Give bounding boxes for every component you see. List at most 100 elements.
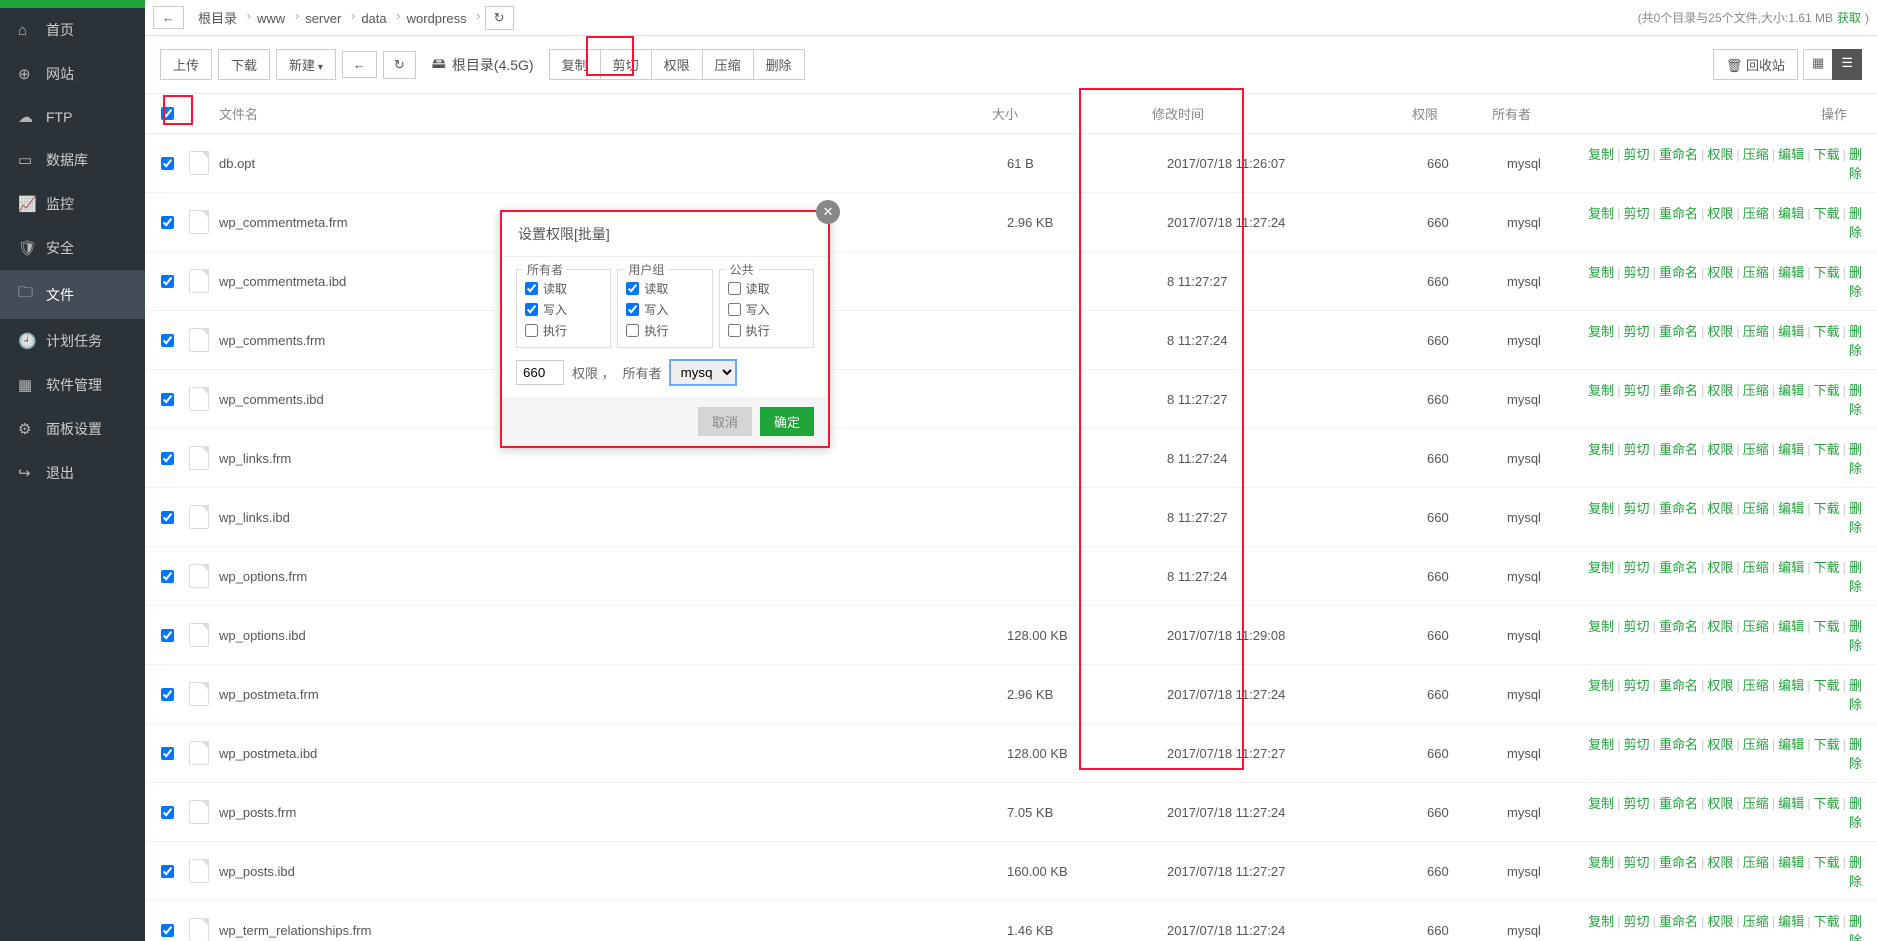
row-action-6[interactable]: 下载	[1814, 619, 1840, 634]
row-action-2[interactable]: 重命名	[1659, 560, 1698, 575]
row-action-5[interactable]: 编辑	[1778, 501, 1804, 516]
copy-button[interactable]: 复制	[549, 49, 601, 80]
table-row[interactable]: wp_options.frm8 11:27:24660mysql复制|剪切|重命…	[145, 547, 1877, 606]
breadcrumb-item[interactable]: 根目录	[188, 11, 247, 26]
row-action-3[interactable]: 权限	[1707, 855, 1733, 870]
row-action-7[interactable]: 删除	[1849, 796, 1862, 830]
row-action-6[interactable]: 下载	[1814, 206, 1840, 221]
sidebar-item-7[interactable]: 🕘计划任务	[0, 319, 145, 363]
file-name[interactable]: wp_postmeta.frm	[219, 687, 1007, 702]
row-action-3[interactable]: 权限	[1707, 442, 1733, 457]
row-action-5[interactable]: 编辑	[1778, 855, 1804, 870]
row-action-0[interactable]: 复制	[1588, 206, 1614, 221]
row-action-2[interactable]: 重命名	[1659, 206, 1698, 221]
row-action-1[interactable]: 剪切	[1624, 914, 1650, 929]
row-action-4[interactable]: 压缩	[1743, 265, 1769, 280]
row-action-4[interactable]: 压缩	[1743, 147, 1769, 162]
row-action-6[interactable]: 下载	[1814, 265, 1840, 280]
row-action-6[interactable]: 下载	[1814, 442, 1840, 457]
file-name[interactable]: wp_term_relationships.frm	[219, 923, 1007, 938]
toolbar-refresh-button[interactable]: ↻	[383, 51, 416, 79]
row-checkbox[interactable]	[161, 452, 174, 465]
col-mtime[interactable]: 修改时间	[1152, 104, 1412, 123]
perm-exec-checkbox[interactable]	[626, 324, 639, 337]
row-action-1[interactable]: 剪切	[1624, 560, 1650, 575]
breadcrumb-item[interactable]: wordpress	[397, 11, 477, 26]
col-name[interactable]: 文件名	[219, 104, 992, 123]
row-action-5[interactable]: 编辑	[1778, 678, 1804, 693]
row-action-4[interactable]: 压缩	[1743, 855, 1769, 870]
row-action-5[interactable]: 编辑	[1778, 619, 1804, 634]
row-action-3[interactable]: 权限	[1707, 737, 1733, 752]
row-action-2[interactable]: 重命名	[1659, 265, 1698, 280]
row-action-6[interactable]: 下载	[1814, 324, 1840, 339]
row-action-5[interactable]: 编辑	[1778, 560, 1804, 575]
row-action-3[interactable]: 权限	[1707, 324, 1733, 339]
new-button[interactable]: 新建	[276, 49, 336, 80]
breadcrumb-item[interactable]: www	[247, 11, 295, 26]
row-action-0[interactable]: 复制	[1588, 501, 1614, 516]
file-name[interactable]: wp_links.frm	[219, 451, 1007, 466]
row-action-4[interactable]: 压缩	[1743, 619, 1769, 634]
file-name[interactable]: wp_options.frm	[219, 569, 1007, 584]
upload-button[interactable]: 上传	[160, 49, 212, 80]
row-action-7[interactable]: 删除	[1849, 383, 1862, 417]
sidebar-item-3[interactable]: ▭数据库	[0, 138, 145, 182]
row-action-4[interactable]: 压缩	[1743, 737, 1769, 752]
row-action-2[interactable]: 重命名	[1659, 796, 1698, 811]
dialog-close-button[interactable]: ✕	[816, 200, 840, 224]
breadcrumb-refresh-button[interactable]: ↻	[485, 6, 514, 30]
file-name[interactable]: wp_posts.ibd	[219, 864, 1007, 879]
row-action-6[interactable]: 下载	[1814, 737, 1840, 752]
row-action-1[interactable]: 剪切	[1624, 678, 1650, 693]
row-action-6[interactable]: 下载	[1814, 914, 1840, 929]
perm-value-input[interactable]	[516, 360, 564, 385]
dialog-cancel-button[interactable]: 取消	[698, 407, 752, 436]
sidebar-item-8[interactable]: ▦软件管理	[0, 363, 145, 407]
row-checkbox[interactable]	[161, 747, 174, 760]
row-checkbox[interactable]	[161, 629, 174, 642]
row-checkbox[interactable]	[161, 570, 174, 583]
sidebar-item-6[interactable]: 🗀文件	[0, 270, 145, 319]
row-action-5[interactable]: 编辑	[1778, 265, 1804, 280]
row-checkbox[interactable]	[161, 334, 174, 347]
row-action-2[interactable]: 重命名	[1659, 147, 1698, 162]
row-action-2[interactable]: 重命名	[1659, 442, 1698, 457]
permission-button[interactable]: 权限	[651, 49, 703, 80]
row-action-1[interactable]: 剪切	[1624, 737, 1650, 752]
row-action-3[interactable]: 权限	[1707, 560, 1733, 575]
row-action-3[interactable]: 权限	[1707, 383, 1733, 398]
row-action-3[interactable]: 权限	[1707, 796, 1733, 811]
file-name[interactable]: wp_postmeta.ibd	[219, 746, 1007, 761]
row-checkbox[interactable]	[161, 806, 174, 819]
row-action-2[interactable]: 重命名	[1659, 914, 1698, 929]
row-action-4[interactable]: 压缩	[1743, 501, 1769, 516]
perm-read-checkbox[interactable]	[626, 282, 639, 295]
table-row[interactable]: wp_comments.frm8 11:27:24660mysql复制|剪切|重…	[145, 311, 1877, 370]
perm-exec-checkbox[interactable]	[525, 324, 538, 337]
row-action-2[interactable]: 重命名	[1659, 678, 1698, 693]
row-action-3[interactable]: 权限	[1707, 206, 1733, 221]
perm-exec-checkbox[interactable]	[728, 324, 741, 337]
row-action-0[interactable]: 复制	[1588, 737, 1614, 752]
row-action-2[interactable]: 重命名	[1659, 619, 1698, 634]
row-action-6[interactable]: 下载	[1814, 501, 1840, 516]
row-action-0[interactable]: 复制	[1588, 914, 1614, 929]
row-action-4[interactable]: 压缩	[1743, 206, 1769, 221]
row-action-5[interactable]: 编辑	[1778, 796, 1804, 811]
download-button[interactable]: 下载	[218, 49, 270, 80]
row-checkbox[interactable]	[161, 924, 174, 937]
row-action-6[interactable]: 下载	[1814, 855, 1840, 870]
view-list-button[interactable]: ☰	[1832, 49, 1862, 80]
table-row[interactable]: wp_postmeta.frm2.96 KB2017/07/18 11:27:2…	[145, 665, 1877, 724]
compress-button[interactable]: 压缩	[702, 49, 754, 80]
table-row[interactable]: wp_links.frm8 11:27:24660mysql复制|剪切|重命名|…	[145, 429, 1877, 488]
row-action-0[interactable]: 复制	[1588, 383, 1614, 398]
row-action-0[interactable]: 复制	[1588, 796, 1614, 811]
row-action-7[interactable]: 删除	[1849, 442, 1862, 476]
toolbar-back-button[interactable]: ←	[342, 51, 377, 78]
row-action-1[interactable]: 剪切	[1624, 796, 1650, 811]
table-row[interactable]: db.opt61 B2017/07/18 11:26:07660mysql复制|…	[145, 134, 1877, 193]
row-action-1[interactable]: 剪切	[1624, 265, 1650, 280]
table-row[interactable]: wp_commentmeta.frm2.96 KB2017/07/18 11:2…	[145, 193, 1877, 252]
